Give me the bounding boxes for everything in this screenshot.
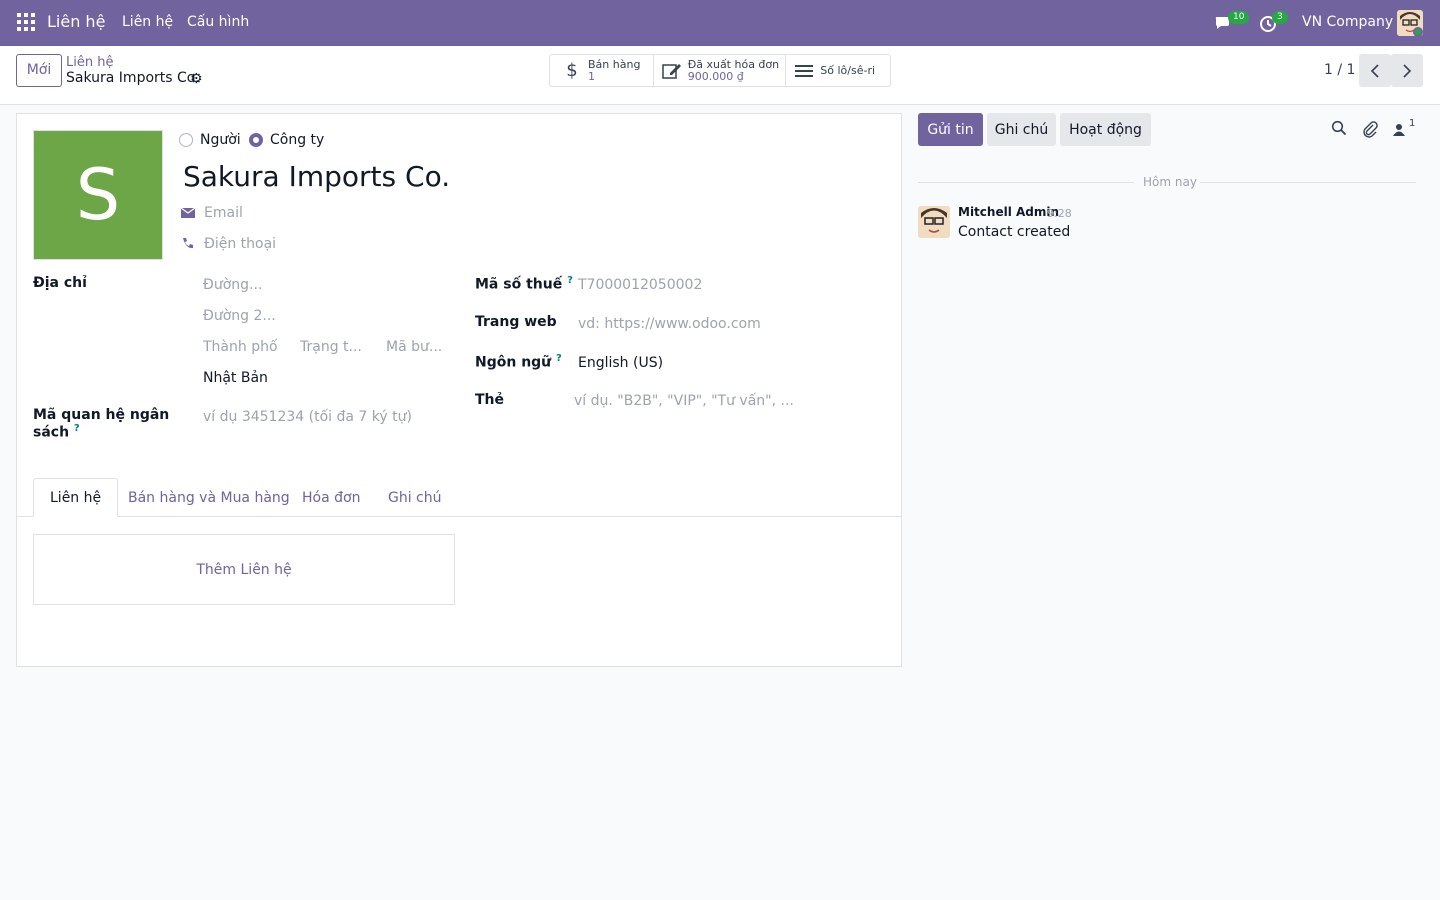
menu-contacts[interactable]: Liên hệ [122, 14, 173, 30]
country-field[interactable]: Nhật Bản [203, 370, 268, 386]
apps-menu-icon[interactable] [17, 13, 35, 31]
message-time: 9:28 [1047, 207, 1072, 220]
envelope-icon [180, 207, 196, 221]
separator-line-right [1200, 182, 1416, 183]
vat-label: Mã số thuế ? [475, 275, 573, 293]
chevron-left-icon [1370, 63, 1379, 78]
radio-person-label[interactable]: Người [200, 132, 241, 148]
messages-badge: 10 [1228, 11, 1250, 24]
tags-label: Thẻ [475, 392, 505, 408]
search-icon[interactable] [1331, 120, 1349, 138]
pager-previous-button[interactable] [1359, 54, 1391, 87]
phone-field[interactable]: Điện thoại [204, 236, 276, 252]
tab-invoicing[interactable]: Hóa đơn [286, 478, 376, 517]
website-field[interactable]: vd: https://www.odoo.com [578, 316, 761, 332]
online-status-dot [1413, 27, 1423, 37]
street-field[interactable]: Đường... [203, 277, 262, 293]
list-icon [794, 63, 814, 79]
email-field[interactable]: Email [204, 205, 243, 221]
vat-field[interactable]: T7000012050002 [578, 277, 702, 293]
lots-serials-smart-button[interactable]: Số lô/sê-ri [786, 55, 890, 86]
breadcrumb-parent[interactable]: Liên hệ [66, 55, 113, 70]
top-navbar: Liên hệ Liên hệ Cấu hình 10 3 VN Company [0, 0, 1440, 46]
language-label-text: Ngôn ngữ [475, 354, 552, 371]
sales-label: Bán hàng [588, 58, 641, 71]
pager-value[interactable]: 1 / 1 [1324, 62, 1355, 78]
message-author-avatar[interactable] [918, 206, 950, 238]
bank-code-label-line1: Mã quan hệ ngân [33, 407, 170, 423]
tab-notes[interactable]: Ghi chú [372, 478, 458, 517]
address-label: Địa chỉ [33, 275, 87, 291]
company-avatar[interactable]: S [33, 130, 163, 260]
company-switcher[interactable]: VN Company [1302, 14, 1393, 30]
radio-person[interactable] [179, 133, 193, 147]
smart-buttons: $ Bán hàng 1 Đã xuất hóa đơn 900.000 ₫ S… [549, 54, 891, 87]
dollar-icon: $ [566, 60, 578, 81]
lots-serials-label: Số lô/sê-ri [820, 64, 876, 77]
message-author[interactable]: Mitchell Admin [958, 205, 1059, 219]
bank-code-field[interactable]: ví dụ 3451234 (tối đa 7 ký tự) [203, 409, 412, 425]
city-field[interactable]: Thành phố [203, 339, 278, 355]
separator-line-left [918, 182, 1134, 183]
activities-badge: 3 [1272, 11, 1288, 24]
state-field[interactable]: Trạng t... [300, 339, 362, 355]
bank-code-label-line2: sách [33, 424, 70, 441]
record-name-field[interactable]: Sakura Imports Co. [183, 160, 450, 193]
tab-sales-purchase[interactable]: Bán hàng và Mua hàng [112, 478, 306, 517]
gear-icon[interactable]: ⚙ [190, 71, 203, 87]
street2-field[interactable]: Đường 2... [203, 308, 276, 324]
help-tooltip-icon[interactable]: ? [74, 423, 80, 434]
pager-next-button[interactable] [1391, 54, 1423, 87]
send-message-button[interactable]: Gửi tin [918, 113, 983, 146]
add-contact-button[interactable]: Thêm Liên hệ [33, 534, 455, 605]
bank-code-label: Mã quan hệ ngân sách ? [33, 407, 169, 441]
new-button[interactable]: Mới [16, 54, 62, 87]
sales-smart-button[interactable]: $ Bán hàng 1 [550, 55, 654, 86]
invoiced-value: 900.000 ₫ [687, 70, 744, 83]
user-icon [1393, 124, 1405, 136]
followers-count: 1 [1409, 118, 1416, 129]
log-note-button[interactable]: Ghi chú [987, 113, 1056, 146]
language-field[interactable]: English (US) [578, 355, 663, 371]
zip-field[interactable]: Mã bư... [386, 339, 442, 355]
sales-value: 1 [588, 70, 595, 83]
vat-label-text: Mã số thuế [475, 276, 563, 293]
invoiced-smart-button[interactable]: Đã xuất hóa đơn 900.000 ₫ [654, 55, 787, 86]
paperclip-icon[interactable] [1362, 120, 1380, 138]
message-body: Contact created [958, 224, 1071, 240]
activities-button[interactable]: Hoạt động [1060, 113, 1151, 146]
followers-button[interactable]: 1 [1393, 118, 1419, 138]
breadcrumb-current: Sakura Imports Co. [66, 70, 200, 86]
chevron-right-icon [1403, 63, 1412, 78]
edit-icon [661, 62, 682, 80]
phone-icon [181, 237, 195, 251]
tags-field[interactable]: ví dụ. "B2B", "VIP", "Tư vấn", ... [574, 393, 794, 409]
date-separator: Hôm nay [1143, 175, 1197, 189]
menu-configuration[interactable]: Cấu hình [187, 14, 249, 30]
app-title[interactable]: Liên hệ [47, 12, 105, 31]
radio-company[interactable] [249, 133, 263, 147]
help-tooltip-icon[interactable]: ? [567, 275, 573, 286]
radio-company-label[interactable]: Công ty [270, 132, 324, 148]
help-tooltip-icon[interactable]: ? [556, 353, 562, 364]
tab-contacts[interactable]: Liên hệ [33, 478, 119, 517]
website-label: Trang web [475, 314, 557, 330]
language-label: Ngôn ngữ ? [475, 353, 562, 371]
